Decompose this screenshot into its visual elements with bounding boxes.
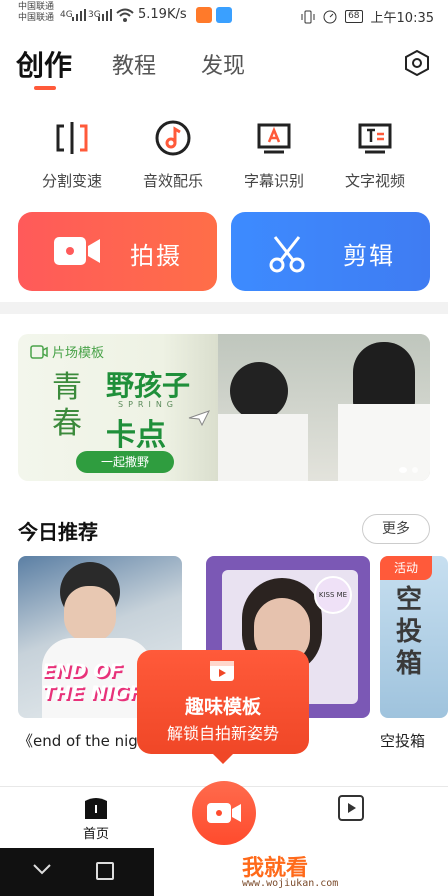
app-notification-icon xyxy=(196,7,212,23)
carrier-labels: 中国联通 中国联通 xyxy=(18,2,54,24)
status-right: 68 上午10:35 xyxy=(301,7,434,26)
music-note-icon xyxy=(155,120,191,156)
clock-time: 上午10:35 xyxy=(370,11,434,26)
card3-title: 空投箱 xyxy=(396,585,423,679)
tab-tutorial[interactable]: 教程 xyxy=(112,48,156,80)
activity-tag: 活动 xyxy=(380,556,432,580)
tab-create[interactable]: 创作 xyxy=(16,44,72,84)
nav-create-button[interactable] xyxy=(192,781,256,845)
clock-icon xyxy=(323,10,337,23)
photo-person-1 xyxy=(230,362,288,420)
tool-label: 分割变速 xyxy=(41,172,102,190)
tool-split-speed[interactable]: 分割变速 xyxy=(22,118,122,191)
signal-bars-icon xyxy=(72,9,86,21)
network-speed: 5.19K/s xyxy=(138,7,187,22)
pager-dot-active xyxy=(399,467,407,473)
battery-level: 68 xyxy=(345,10,363,23)
card1-overlay-text: END OF THE NIGH xyxy=(42,660,145,704)
tool-label: 音效配乐 xyxy=(142,172,203,190)
edit-label: 剪辑 xyxy=(343,242,395,270)
tab-active-indicator xyxy=(34,86,56,90)
edit-button[interactable]: 剪辑 xyxy=(231,212,430,291)
card1-overlay-line2: THE NIGH xyxy=(42,682,145,704)
banner-pager-dots xyxy=(399,467,418,473)
card3-caption: 空投箱 xyxy=(380,732,426,750)
banner-title-2: 卡点 xyxy=(106,418,166,453)
camera-icon xyxy=(54,237,100,265)
split-icon xyxy=(56,122,88,154)
tab-discover[interactable]: 发现 xyxy=(201,48,245,80)
tool-sound-music[interactable]: 音效配乐 xyxy=(123,118,223,191)
watermark-url: www.wojiukan.com xyxy=(242,878,339,889)
template-banner[interactable]: 片场模板 青 春 野孩子 SPRING 卡点 一起撒野 xyxy=(18,334,430,481)
tool-text-video[interactable]: 文字视频 xyxy=(325,118,425,191)
kiss-me-badge: KISS ME xyxy=(314,576,352,614)
settings-hexagon-icon[interactable] xyxy=(404,50,430,76)
subtitle-a-icon xyxy=(257,123,291,154)
banner-section: 片场模板 青 春 野孩子 SPRING 卡点 一起撒野 xyxy=(0,314,448,504)
status-bar: 中国联通 中国联通 4G 3G 5.19K/s 68 上午10:35 xyxy=(0,0,448,32)
film-template-icon xyxy=(30,344,48,359)
video-clip-icon xyxy=(210,661,234,681)
card1-overlay-line1: END OF xyxy=(42,660,123,682)
signal-bars-icon-2 xyxy=(98,9,112,21)
home-icon xyxy=(85,798,107,819)
fun-template-popup[interactable]: 趣味模板 解锁自拍新姿势 xyxy=(137,650,309,764)
card1-person-face xyxy=(64,586,116,642)
photo-shirt-1 xyxy=(218,414,308,481)
popup-subtitle: 解锁自拍新姿势 xyxy=(166,724,279,743)
shoot-button[interactable]: 拍摄 xyxy=(18,212,217,291)
tools-panel: 分割变速 音效配乐 字幕识别 文字视频 拍摄 剪辑 xyxy=(0,92,448,302)
banner-tag-label: 片场模板 xyxy=(52,346,105,361)
popup-title: 趣味模板 xyxy=(184,696,261,718)
carrier-2: 中国联通 xyxy=(18,13,55,23)
tool-label: 字幕识别 xyxy=(243,172,304,190)
paper-plane-icon xyxy=(188,410,210,426)
photo-person-2 xyxy=(353,342,415,412)
wifi-icon xyxy=(116,8,134,22)
recommend-card-3[interactable]: 活动 空投箱 xyxy=(380,556,448,718)
play-video-icon[interactable] xyxy=(338,795,364,821)
bottom-nav: 首页 xyxy=(0,781,448,848)
nav-home[interactable]: 首页 xyxy=(66,795,126,842)
home-square-icon[interactable] xyxy=(96,862,114,880)
top-tab-bar: 创作 教程 发现 xyxy=(0,32,448,92)
signal-4g-label: 4G xyxy=(60,10,73,20)
banner-cta-pill[interactable]: 一起撒野 xyxy=(76,451,174,473)
banner-spring: SPRING xyxy=(118,400,179,409)
text-video-icon xyxy=(358,123,392,154)
app-notification-icon-2 xyxy=(216,7,232,23)
tool-label: 文字视频 xyxy=(344,172,405,190)
scissors-icon xyxy=(269,236,305,273)
tool-subtitle-recognition[interactable]: 字幕识别 xyxy=(224,118,324,191)
pager-dot xyxy=(412,467,418,473)
nav-home-label: 首页 xyxy=(82,827,109,842)
banner-qing: 青 xyxy=(52,370,82,405)
banner-chun: 春 xyxy=(52,406,82,441)
carrier-1: 中国联通 xyxy=(18,2,55,12)
vibrate-icon xyxy=(301,10,315,23)
banner-tag: 片场模板 xyxy=(30,342,104,361)
watermark: 我就看 www.wojiukan.com xyxy=(154,848,448,896)
banner-title-1: 野孩子 xyxy=(106,369,191,402)
banner-qing-chun: 青 春 xyxy=(52,370,82,442)
camera-icon xyxy=(207,803,241,823)
banner-photo xyxy=(218,334,430,481)
more-button[interactable]: 更多 xyxy=(362,514,430,544)
recommend-title: 今日推荐 xyxy=(18,520,98,544)
back-chevron-icon[interactable] xyxy=(32,862,52,876)
shoot-label: 拍摄 xyxy=(130,242,182,270)
